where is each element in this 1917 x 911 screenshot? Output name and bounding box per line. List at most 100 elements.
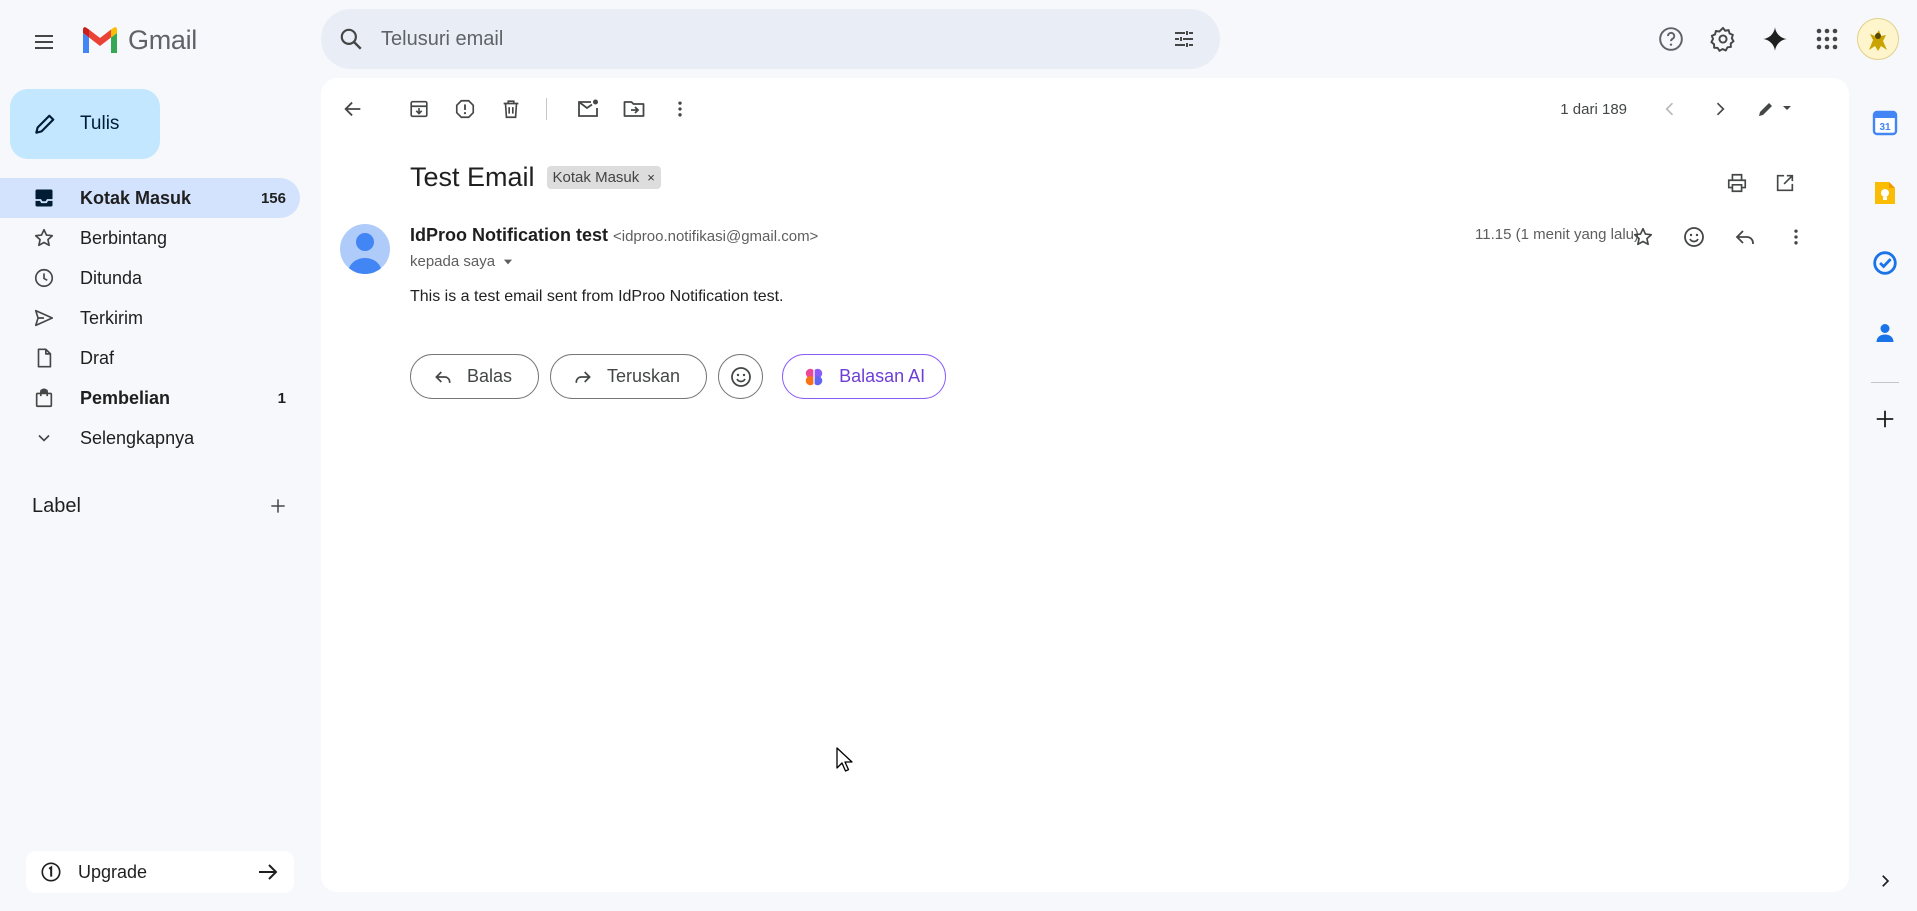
draft-icon	[32, 346, 56, 370]
label-chip[interactable]: Kotak Masuk ×	[546, 166, 661, 189]
search-icon	[340, 28, 362, 50]
input-tools-button[interactable]	[1745, 90, 1805, 128]
sidebar-item-label: Terkirim	[80, 307, 143, 328]
mark-unread-icon	[578, 99, 598, 117]
sidebar-item-sent[interactable]: Terkirim	[0, 298, 300, 338]
sidebar-item-inbox[interactable]: Kotak Masuk 156	[0, 178, 300, 218]
reply-actions: Balas Teruskan Balasan AI	[410, 354, 947, 399]
calendar-app-button[interactable]: 31	[1865, 88, 1905, 158]
mouse-cursor-icon	[836, 747, 853, 772]
tasks-app-button[interactable]	[1865, 228, 1905, 298]
newer-button[interactable]	[1645, 90, 1695, 128]
message-toolbar	[330, 90, 703, 128]
search-input[interactable]	[381, 27, 1156, 51]
report-icon	[455, 99, 475, 119]
delete-button[interactable]	[488, 90, 534, 128]
sidebar-item-more[interactable]: Selengkapnya	[0, 418, 300, 458]
main-menu-button[interactable]	[20, 18, 68, 66]
compose-label: Tulis	[80, 113, 120, 134]
add-reaction-button[interactable]	[1668, 216, 1719, 258]
create-label-button[interactable]	[262, 490, 294, 522]
arrow-back-icon	[344, 101, 361, 117]
help-icon	[1659, 27, 1683, 51]
pencil-icon	[35, 114, 55, 134]
emoji-reaction-button[interactable]	[718, 354, 764, 399]
print-button[interactable]	[1717, 164, 1757, 202]
ai-reply-button[interactable]: Balasan AI	[782, 354, 947, 399]
plus-icon	[1876, 410, 1894, 428]
gemini-button[interactable]	[1749, 14, 1801, 64]
forward-pill-button[interactable]: Teruskan	[550, 354, 708, 399]
gmail-m-icon	[83, 27, 117, 53]
sidebar-item-starred[interactable]: Berbintang	[0, 218, 300, 258]
sidebar-item-purchases[interactable]: Pembelian 1	[0, 378, 300, 418]
label-chip-text: Kotak Masuk	[552, 169, 640, 186]
message-time: 11.15 (1 menit yang lalu)	[1475, 226, 1639, 243]
sidebar-nav: Kotak Masuk 156 Berbintang Ditunda Terki…	[0, 178, 300, 458]
show-side-panel-button[interactable]	[1868, 864, 1902, 898]
account-avatar-image	[1869, 30, 1887, 51]
gmail-logo[interactable]: Gmail	[80, 22, 197, 58]
star-outline-icon	[1633, 227, 1652, 246]
clock-icon	[32, 266, 56, 290]
open-in-new-icon	[1776, 174, 1794, 192]
settings-button[interactable]	[1697, 14, 1749, 64]
forward-icon	[575, 370, 591, 383]
compose-button[interactable]: Tulis	[10, 89, 160, 159]
keep-app-button[interactable]	[1865, 158, 1905, 228]
reply-pill-button[interactable]: Balas	[410, 354, 540, 399]
older-button[interactable]	[1695, 90, 1745, 128]
report-spam-button[interactable]	[442, 90, 488, 128]
mark-unread-button[interactable]	[565, 90, 611, 128]
message-more-button[interactable]	[1770, 216, 1821, 258]
subject-row: Test Email Kotak Masuk ×	[410, 162, 661, 193]
recipient-details[interactable]: kepada saya	[410, 253, 515, 270]
tasks-icon	[1873, 251, 1897, 275]
subject-actions	[1717, 164, 1805, 202]
upgrade-button[interactable]: Upgrade	[26, 851, 294, 893]
tune-icon	[1175, 31, 1193, 47]
reply-label: Balas	[467, 366, 513, 386]
apps-button[interactable]	[1801, 14, 1853, 64]
print-icon	[1727, 173, 1747, 193]
chevron-right-icon	[1716, 102, 1725, 116]
plus-icon	[271, 499, 285, 513]
emoji-icon	[1683, 227, 1704, 247]
ai-reply-label: Balasan AI	[839, 366, 926, 386]
sender-name[interactable]: IdProo Notification test	[410, 225, 608, 246]
sidebar-item-snoozed[interactable]: Ditunda	[0, 258, 300, 298]
reply-button[interactable]	[1719, 216, 1770, 258]
send-icon	[32, 306, 56, 330]
upgrade-info-icon	[41, 862, 61, 882]
open-new-window-button[interactable]	[1765, 164, 1805, 202]
star-icon	[32, 226, 56, 250]
move-folder-icon	[623, 101, 645, 117]
get-addons-button[interactable]	[1865, 397, 1905, 441]
gemini-sparkle-icon	[1763, 27, 1787, 51]
support-button[interactable]	[1645, 14, 1697, 64]
shopping-bag-icon	[32, 386, 56, 410]
calendar-icon: 31	[1872, 110, 1898, 136]
recipient-text: kepada saya	[410, 253, 496, 270]
reply-icon	[1735, 230, 1754, 244]
archive-button[interactable]	[396, 90, 442, 128]
forward-label: Teruskan	[607, 366, 681, 386]
inbox-icon	[32, 186, 56, 210]
more-options-button[interactable]	[657, 90, 703, 128]
back-button[interactable]	[330, 90, 376, 128]
contacts-app-button[interactable]	[1865, 298, 1905, 368]
sender-avatar[interactable]	[340, 224, 390, 274]
account-avatar[interactable]	[1857, 18, 1899, 60]
email-body: This is a test email sent from IdProo No…	[410, 288, 784, 305]
search-button[interactable]	[321, 9, 381, 69]
search-options-button[interactable]	[1156, 11, 1212, 67]
move-to-button[interactable]	[611, 90, 657, 128]
remove-label-button[interactable]: ×	[647, 170, 655, 185]
hamburger-icon	[35, 35, 53, 49]
star-button[interactable]	[1617, 216, 1668, 258]
sender-email: <idproo.notifikasi@gmail.com>	[613, 228, 819, 245]
top-right-actions	[1645, 14, 1917, 64]
email-subject: Test Email	[410, 162, 535, 192]
sidebar-item-drafts[interactable]: Draf	[0, 338, 300, 378]
unread-count: 156	[260, 189, 286, 207]
